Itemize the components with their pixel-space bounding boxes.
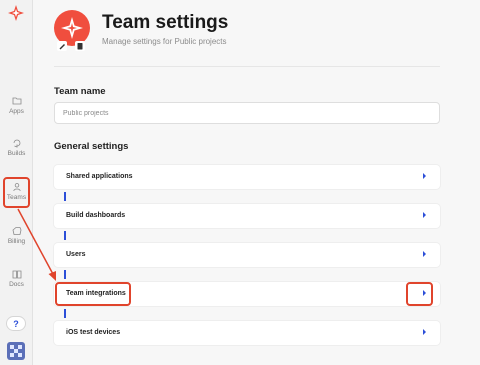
annotation-arrow xyxy=(17,208,56,281)
